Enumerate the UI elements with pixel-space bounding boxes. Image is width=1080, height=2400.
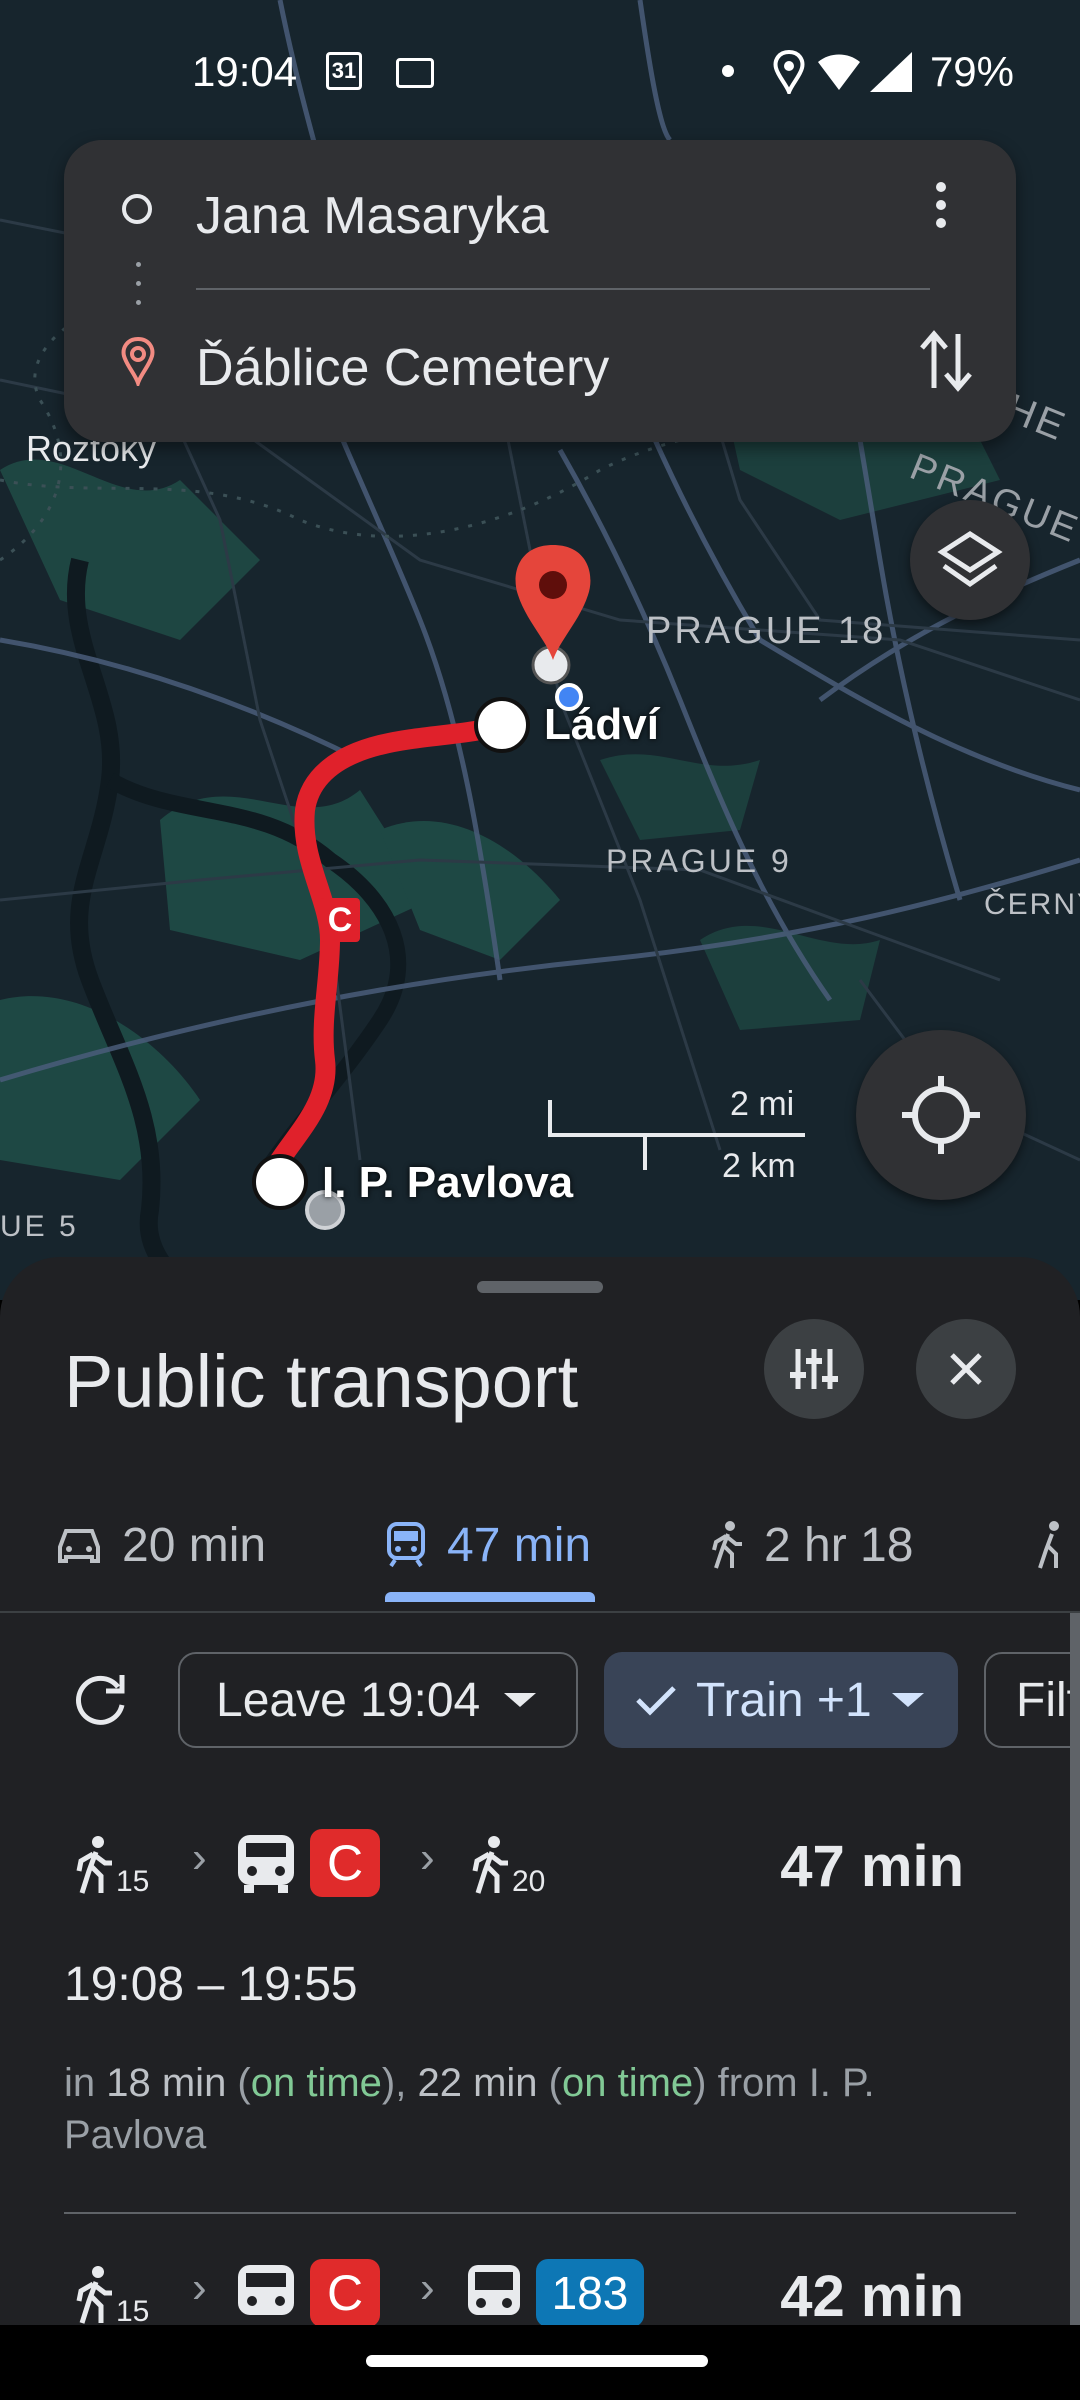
- origin-field[interactable]: Jana Masaryka: [196, 186, 549, 246]
- map-label-ue5: UE 5: [0, 1210, 79, 1243]
- stop-label-ladvi[interactable]: Ládví: [544, 700, 659, 750]
- walk-minutes-start: 15: [116, 1865, 150, 1898]
- more-options-icon[interactable]: [926, 178, 956, 238]
- dot-icon: [722, 65, 734, 77]
- route-dots-icon: [136, 262, 142, 308]
- metro-icon: [238, 1835, 294, 1893]
- origin-circle-icon: [122, 194, 152, 224]
- leave-time-chip[interactable]: Leave 19:04: [178, 1652, 578, 1748]
- layers-icon: [937, 531, 1003, 588]
- battery-percent: 79%: [929, 48, 1014, 95]
- tab-divider: [0, 1611, 1080, 1613]
- signal-icon: [870, 52, 912, 92]
- directions-sheet: Public transport 20 min 47 min 2 hr 18 L…: [0, 1257, 1080, 2325]
- map-label-prague18: PRAGUE 18: [646, 610, 887, 652]
- info-prefix: in: [64, 2061, 107, 2105]
- gesture-navigation-bar: [0, 2325, 1080, 2400]
- refresh-icon: [76, 1675, 125, 1725]
- destination-field[interactable]: Ďáblice Cemetery: [196, 338, 609, 398]
- directions-card: Jana Masaryka Ďáblice Cemetery: [64, 140, 1016, 442]
- route-times: 19:08 – 19:55: [64, 1958, 358, 2011]
- train-filter-label: Train +1: [696, 1673, 872, 1727]
- tune-icon: [790, 1349, 838, 1389]
- drag-handle[interactable]: [477, 1281, 603, 1293]
- line-c-badge: C: [310, 1829, 380, 1897]
- bus-183-badge: 183: [536, 2259, 644, 2325]
- tab-walk[interactable]: 2 hr 18: [710, 1495, 913, 1595]
- destination-row[interactable]: Ďáblice Cemetery: [64, 312, 1016, 412]
- route-duration: 47 min: [780, 1834, 964, 1899]
- refresh-button[interactable]: [66, 1665, 136, 1735]
- tab-transit[interactable]: 47 min: [385, 1495, 591, 1595]
- walk-icon: [712, 1521, 742, 1569]
- stop-label-pavlova[interactable]: I. P. Pavlova: [322, 1158, 573, 1208]
- walk-icon: [472, 1836, 508, 1894]
- scale-miles: 2 mi: [730, 1085, 795, 1123]
- home-gesture-pill[interactable]: [366, 2355, 708, 2367]
- route-option-1[interactable]: 15 › C › 20 47 min: [64, 1827, 1024, 1907]
- tab-ride[interactable]: [1030, 1495, 1070, 1595]
- my-location-button[interactable]: [856, 1030, 1026, 1200]
- info-status-2: on time: [561, 2061, 694, 2105]
- crosshair-icon: [902, 1076, 980, 1154]
- chevron-down-icon: [891, 1693, 924, 1707]
- sheet-title: Public transport: [64, 1340, 579, 1423]
- info-minutes-1: 18 min: [106, 2061, 227, 2105]
- bus-icon: [468, 2265, 520, 2315]
- options-button[interactable]: [764, 1319, 864, 1419]
- field-divider: [196, 288, 930, 290]
- tab-transit-label: 47 min: [447, 1518, 592, 1572]
- map-line-badge: C: [320, 898, 360, 942]
- more-filters-chip[interactable]: Filt: [984, 1652, 1080, 1748]
- check-icon: [636, 1686, 676, 1716]
- line-c-badge: C: [310, 2259, 380, 2325]
- scale-km: 2 km: [722, 1147, 796, 1185]
- walk-minutes-end: 20: [512, 1865, 546, 1898]
- leave-time-label: Leave 19:04: [216, 1673, 481, 1727]
- close-icon: [950, 1353, 982, 1385]
- train-icon: [387, 1522, 425, 1568]
- map-label-cerny: ČERNÝ: [984, 888, 1080, 921]
- ride-icon: [1038, 1521, 1059, 1569]
- tab-selected-indicator: [385, 1592, 595, 1602]
- chevron-down-icon: [504, 1693, 537, 1707]
- chevron-right-icon: ›: [192, 2263, 207, 2312]
- status-time: 19:04: [192, 48, 298, 95]
- train-filter-chip[interactable]: Train +1: [604, 1652, 958, 1748]
- tab-walk-label: 2 hr 18: [764, 1518, 914, 1572]
- image-icon: [396, 58, 434, 88]
- location-icon: [773, 50, 805, 94]
- tab-drive-label: 20 min: [122, 1518, 267, 1572]
- metro-icon: [238, 2265, 294, 2315]
- route-departure-info: in 18 min (on time), 22 min (on time) fr…: [64, 2061, 875, 2157]
- car-icon: [58, 1529, 100, 1563]
- swap-icon[interactable]: [916, 326, 976, 396]
- destination-pin-icon: [121, 336, 155, 386]
- walk-icon: [76, 2266, 112, 2324]
- route-divider: [64, 2212, 1016, 2214]
- walk-minutes-start: 15: [116, 2295, 150, 2325]
- wifi-icon: [818, 54, 860, 90]
- route-option-2[interactable]: 15 › C › 183 42 min: [64, 2257, 1024, 2325]
- tab-drive[interactable]: 20 min: [56, 1495, 266, 1595]
- layers-button[interactable]: [910, 500, 1030, 620]
- route-duration: 42 min: [780, 2264, 964, 2325]
- info-minutes-2: 22 min: [417, 2061, 538, 2105]
- calendar-day: 31: [331, 58, 357, 83]
- info-status-1: on time: [250, 2061, 382, 2105]
- chevron-right-icon: ›: [420, 1833, 435, 1882]
- map-label-prague9: PRAGUE 9: [606, 843, 792, 879]
- chevron-right-icon: ›: [420, 2263, 435, 2312]
- scrollbar[interactable]: [1070, 1613, 1080, 2325]
- status-bar: 19:04 31 79%: [0, 0, 1080, 140]
- walk-icon: [76, 1836, 112, 1894]
- calendar-icon: 31: [326, 52, 362, 90]
- close-button[interactable]: [916, 1319, 1016, 1419]
- origin-row[interactable]: Jana Masaryka: [64, 160, 1016, 260]
- chevron-right-icon: ›: [192, 1833, 207, 1882]
